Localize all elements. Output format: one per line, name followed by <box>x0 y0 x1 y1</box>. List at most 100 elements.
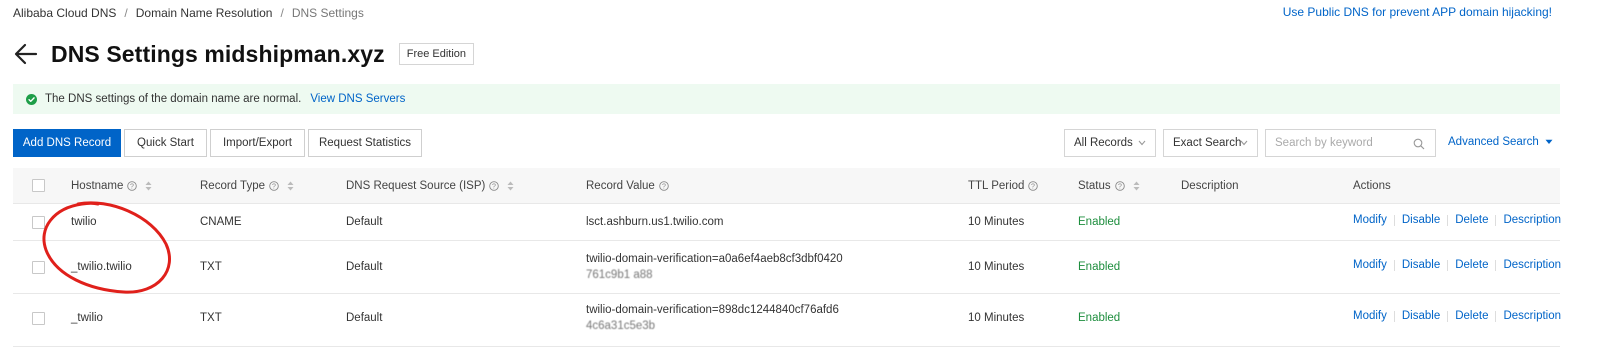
breadcrumb-item[interactable]: Domain Name Resolution <box>136 6 273 20</box>
records-filter-value: All Records <box>1074 137 1133 149</box>
action-divider <box>1495 310 1497 322</box>
header-label: Description <box>1181 180 1239 192</box>
records-filter-select[interactable]: All Records <box>1064 129 1156 157</box>
disable-link[interactable]: Disable <box>1402 214 1440 226</box>
sort-icon[interactable] <box>1133 181 1140 191</box>
search-mode-value: Exact Search <box>1173 137 1242 149</box>
cell-record-value: twilio-domain-verification=a0a6ef4aeb8cf… <box>586 253 843 265</box>
help-icon[interactable]: ? <box>127 181 138 191</box>
row-checkbox[interactable] <box>32 216 45 229</box>
row-actions: Modify Disable Delete Description <box>1353 259 1561 271</box>
cell-record-value: lsct.ashburn.us1.twilio.com <box>586 216 724 228</box>
breadcrumb-item[interactable]: Alibaba Cloud DNS <box>13 6 116 20</box>
delete-link[interactable]: Delete <box>1455 214 1488 226</box>
chevron-down-icon <box>1240 140 1248 146</box>
help-icon[interactable]: ? <box>1028 181 1039 191</box>
row-checkbox[interactable] <box>32 312 45 325</box>
search-icon[interactable] <box>1413 138 1425 150</box>
header-hostname[interactable]: Hostname ? <box>71 178 152 194</box>
sort-icon[interactable] <box>145 181 152 191</box>
help-icon[interactable]: ? <box>269 181 279 191</box>
status-badge: Enabled <box>1078 261 1121 273</box>
chevron-down-icon <box>1545 139 1553 144</box>
modify-link[interactable]: Modify <box>1353 259 1387 271</box>
request-statistics-button[interactable]: Request Statistics <box>308 129 422 157</box>
check-circle-icon <box>26 93 37 105</box>
row-checkbox[interactable] <box>32 261 45 274</box>
description-link[interactable]: Description <box>1503 259 1561 271</box>
view-dns-servers-link[interactable]: View DNS Servers <box>310 93 405 105</box>
action-divider <box>1495 214 1497 226</box>
modify-link[interactable]: Modify <box>1353 214 1387 226</box>
action-divider <box>1393 214 1395 226</box>
cell-record-type: TXT <box>200 312 222 324</box>
cell-hostname: _twilio <box>71 312 103 324</box>
edition-badge: Free Edition <box>398 43 475 65</box>
toolbar: Add DNS Record Quick Start Import/Export… <box>13 129 1560 157</box>
action-divider <box>1393 259 1395 271</box>
table-header: Hostname ? Record Type ? DNS Request Sou… <box>13 168 1560 204</box>
help-icon[interactable]: ? <box>489 181 500 191</box>
status-notice: The DNS settings of the domain name are … <box>13 84 1560 114</box>
cell-isp: Default <box>346 312 383 324</box>
cell-hostname: twilio <box>71 216 97 228</box>
modify-link[interactable]: Modify <box>1353 310 1387 322</box>
cell-record-value-continued: 761c9b1 a88 <box>586 269 653 281</box>
svg-text:?: ? <box>1118 184 1122 191</box>
header-label: Status <box>1078 180 1111 192</box>
action-divider <box>1447 259 1449 271</box>
help-icon[interactable]: ? <box>659 181 669 191</box>
title-row: DNS Settings midshipman.xyz Free Edition <box>13 38 475 70</box>
page-title: DNS Settings midshipman.xyz <box>51 40 385 67</box>
action-divider <box>1447 214 1449 226</box>
help-icon[interactable]: ? <box>1114 181 1125 191</box>
cell-ttl: 10 Minutes <box>968 312 1025 324</box>
quick-start-button[interactable]: Quick Start <box>124 129 207 157</box>
cell-record-type: TXT <box>200 261 222 273</box>
notice-text: The DNS settings of the domain name are … <box>45 93 302 105</box>
svg-text:?: ? <box>662 184 666 191</box>
search-input[interactable] <box>1275 137 1405 149</box>
action-divider <box>1447 310 1449 322</box>
dns-records-table: Hostname ? Record Type ? DNS Request Sou… <box>13 168 1561 347</box>
public-dns-link[interactable]: Use Public DNS for prevent APP domain hi… <box>1283 5 1552 19</box>
back-arrow-icon[interactable] <box>13 41 39 67</box>
svg-text:?: ? <box>130 184 134 191</box>
row-actions: Modify Disable Delete Description <box>1353 214 1561 226</box>
breadcrumb-separator: / <box>124 6 128 20</box>
import-export-button[interactable]: Import/Export <box>210 129 305 157</box>
disable-link[interactable]: Disable <box>1402 310 1440 322</box>
header-description: Description <box>1181 178 1239 194</box>
svg-text:?: ? <box>272 184 276 191</box>
description-link[interactable]: Description <box>1503 310 1561 322</box>
table-row: _twilio TXT Default twilio-domain-verifi… <box>13 294 1561 347</box>
status-badge: Enabled <box>1078 312 1121 324</box>
search-mode-select[interactable]: Exact Search <box>1163 129 1258 157</box>
status-badge: Enabled <box>1078 216 1121 228</box>
description-link[interactable]: Description <box>1503 214 1561 226</box>
sort-icon[interactable] <box>287 181 294 191</box>
advanced-search-link[interactable]: Advanced Search <box>1448 136 1553 148</box>
header-label: Actions <box>1353 180 1391 192</box>
cell-record-value-continued: 4c6a31c5e3b <box>586 320 656 332</box>
chevron-down-icon <box>1138 140 1146 146</box>
header-label: Hostname <box>71 180 124 192</box>
header-isp[interactable]: DNS Request Source (ISP) ? <box>346 178 514 194</box>
delete-link[interactable]: Delete <box>1455 259 1488 271</box>
cell-ttl: 10 Minutes <box>968 216 1025 228</box>
delete-link[interactable]: Delete <box>1455 310 1488 322</box>
sort-icon[interactable] <box>507 181 514 191</box>
header-record-value: Record Value ? <box>586 178 669 194</box>
header-actions: Actions <box>1353 178 1391 194</box>
header-label: Record Type <box>200 180 265 192</box>
cell-hostname: _twilio.twilio <box>71 261 132 273</box>
header-label: DNS Request Source (ISP) <box>346 180 486 192</box>
table-row: _twilio.twilio TXT Default twilio-domain… <box>13 241 1561 294</box>
header-status[interactable]: Status ? <box>1078 178 1140 194</box>
select-all-checkbox[interactable] <box>32 179 45 192</box>
add-dns-record-button[interactable]: Add DNS Record <box>13 129 121 157</box>
header-record-type[interactable]: Record Type ? <box>200 178 294 194</box>
disable-link[interactable]: Disable <box>1402 259 1440 271</box>
breadcrumb-separator: / <box>280 6 284 20</box>
search-box <box>1265 129 1436 157</box>
